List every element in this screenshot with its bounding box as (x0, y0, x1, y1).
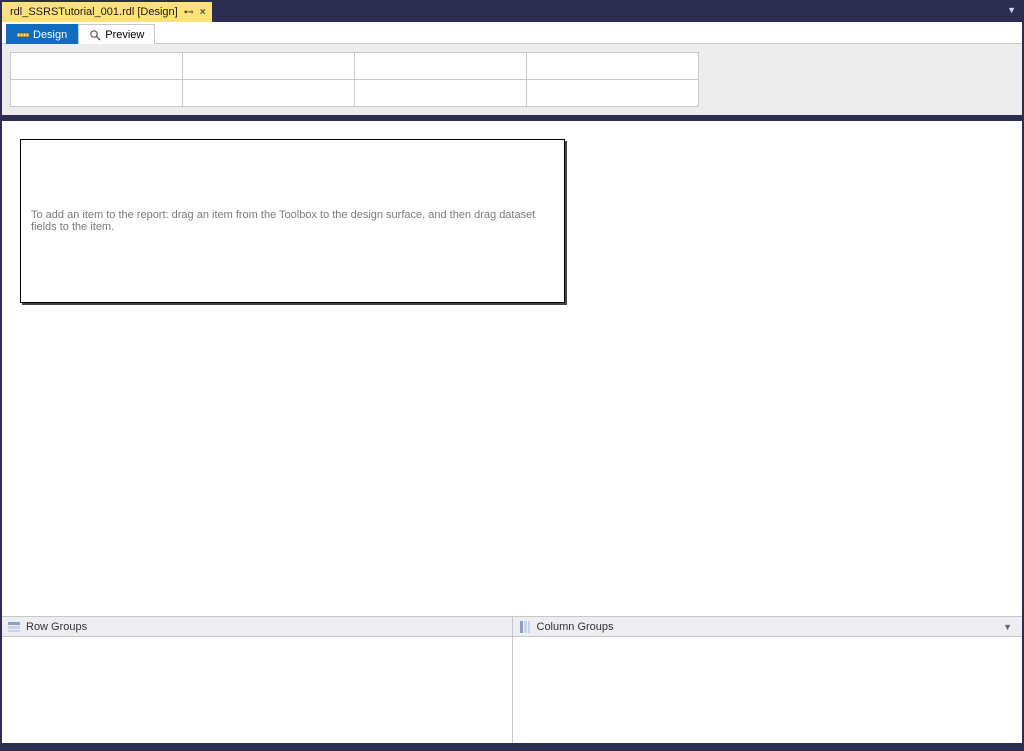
groups-bottom-bar (2, 743, 1022, 749)
parameter-grid[interactable] (10, 52, 699, 107)
row-groups-header[interactable]: Row Groups (2, 617, 512, 636)
tab-preview[interactable]: Preview (78, 24, 155, 44)
column-groups-body[interactable] (512, 637, 1023, 743)
parameter-row (11, 53, 699, 80)
tab-overflow-caret-icon[interactable]: ▼ (1007, 5, 1016, 15)
groups-panel: Row Groups Column Groups ▼ (2, 616, 1022, 749)
parameter-area (2, 44, 1022, 115)
column-groups-header[interactable]: Column Groups ▼ (512, 617, 1023, 636)
ruler-icon (17, 29, 29, 41)
document-tab-active[interactable]: rdl_SSRSTutorial_001.rdl [Design] ⊷ × (2, 2, 212, 22)
row-groups-icon (8, 621, 20, 633)
parameter-cell[interactable] (527, 80, 699, 107)
pin-icon[interactable]: ⊷ (184, 7, 194, 18)
parameter-cell[interactable] (355, 80, 527, 107)
tab-design-label: Design (33, 29, 67, 41)
column-groups-label: Column Groups (537, 621, 614, 633)
report-body[interactable]: To add an item to the report: drag an it… (20, 139, 565, 303)
parameter-cell[interactable] (183, 80, 355, 107)
report-body-hint: To add an item to the report: drag an it… (31, 209, 554, 233)
groups-bodies (2, 637, 1022, 743)
parameter-cell[interactable] (11, 53, 183, 80)
row-groups-body[interactable] (2, 637, 512, 743)
tab-preview-label: Preview (105, 29, 144, 41)
tab-design[interactable]: Design (6, 24, 78, 44)
magnifier-icon (89, 29, 101, 41)
document-tab-title: rdl_SSRSTutorial_001.rdl [Design] (10, 6, 178, 18)
parameter-cell[interactable] (355, 53, 527, 80)
row-groups-label: Row Groups (26, 621, 87, 633)
groups-headers: Row Groups Column Groups ▼ (2, 617, 1022, 637)
parameter-cell[interactable] (183, 53, 355, 80)
parameter-cell[interactable] (11, 80, 183, 107)
column-groups-menu-caret-icon[interactable]: ▼ (1003, 622, 1016, 632)
document-tab-strip: rdl_SSRSTutorial_001.rdl [Design] ⊷ × ▼ (2, 2, 1022, 22)
parameter-cell[interactable] (527, 53, 699, 80)
column-groups-icon (519, 621, 531, 633)
design-surface-container[interactable]: To add an item to the report: drag an it… (2, 121, 1022, 616)
close-icon[interactable]: × (200, 7, 206, 18)
view-tab-row: Design Preview (2, 22, 1022, 44)
parameter-row (11, 80, 699, 107)
